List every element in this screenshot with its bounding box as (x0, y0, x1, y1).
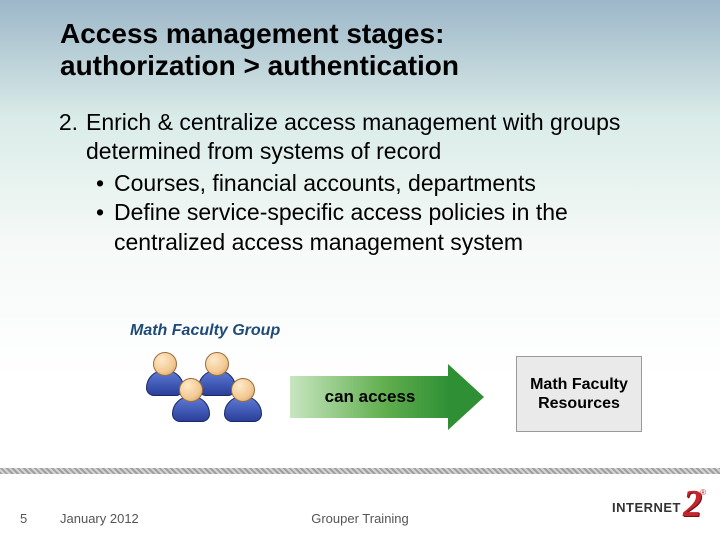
people-group-icon (140, 350, 270, 440)
sub-list: • Courses, financial accounts, departmen… (86, 169, 670, 257)
sub-text: Courses, financial accounts, departments (114, 169, 670, 198)
registered-icon: ® (700, 488, 706, 497)
sub-text: Define service-specific access policies … (114, 198, 670, 257)
arrow-label: can access (290, 370, 450, 424)
list-text: Enrich & centralize access management wi… (86, 108, 670, 167)
arrow-head-icon (448, 364, 484, 430)
logo-word: INTERNET (612, 500, 681, 515)
list-item: • Courses, financial accounts, departmen… (86, 169, 670, 198)
body-content: 2. Enrich & centralize access management… (50, 108, 670, 257)
access-arrow: can access (290, 370, 485, 424)
list-item: • Define service-specific access policie… (86, 198, 670, 257)
resource-box-text: Math Faculty Resources (521, 375, 637, 413)
person-icon (170, 378, 212, 430)
footer-divider (0, 468, 720, 474)
title-line2: authorization > authentication (60, 50, 459, 82)
list-number: 2. (50, 108, 86, 167)
list-item: 2. Enrich & centralize access management… (50, 108, 670, 167)
title-line1: Access management stages: (60, 18, 459, 50)
internet2-logo: INTERNET 2 ® (612, 486, 702, 530)
bullet-icon: • (86, 169, 114, 198)
slide-title: Access management stages: authorization … (60, 18, 459, 82)
person-icon (222, 378, 264, 430)
resource-box: Math Faculty Resources (516, 356, 642, 432)
group-label: Math Faculty Group (130, 322, 280, 340)
bullet-icon: • (86, 198, 114, 257)
